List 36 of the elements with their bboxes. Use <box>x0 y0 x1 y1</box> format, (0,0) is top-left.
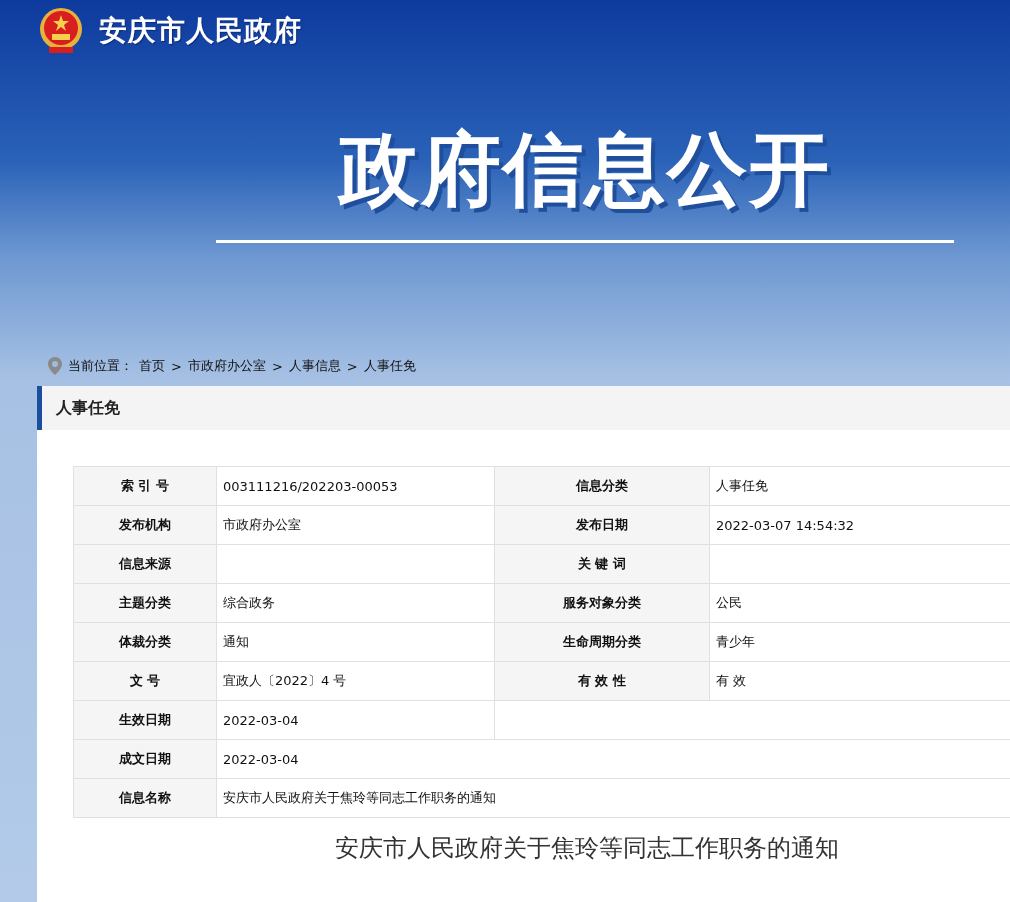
field-label: 文 号 <box>73 661 217 701</box>
breadcrumb-link[interactable]: 人事任免 <box>363 357 416 375</box>
breadcrumb-link[interactable]: 市政府办公室 <box>187 357 266 375</box>
field-label: 生效日期 <box>73 700 217 740</box>
field-label: 有 效 性 <box>494 661 710 701</box>
field-value: 003111216/202203-00053 <box>216 466 495 506</box>
field-label: 体裁分类 <box>73 622 217 662</box>
location-pin-icon <box>48 357 62 375</box>
breadcrumb-separator: > <box>346 358 358 374</box>
field-label: 发布日期 <box>494 505 710 545</box>
field-label: 成文日期 <box>73 739 217 779</box>
field-label: 关 键 词 <box>494 544 710 584</box>
field-value: 宜政人〔2022〕4 号 <box>216 661 495 701</box>
field-value: 2022-03-04 <box>216 700 495 740</box>
site-title: 安庆市人民政府 <box>99 13 302 49</box>
section-title: 人事任免 <box>56 397 120 419</box>
field-label: 信息名称 <box>73 778 217 818</box>
field-label: 信息来源 <box>73 544 217 584</box>
field-label: 索 引 号 <box>73 466 217 506</box>
banner-title: 政府信息公开 <box>339 122 831 218</box>
field-value: 通知 <box>216 622 495 662</box>
field-label: 发布机构 <box>73 505 217 545</box>
breadcrumb-link[interactable]: 首页 <box>139 357 165 375</box>
field-label: 信息分类 <box>494 466 710 506</box>
article-title: 安庆市人民政府关于焦玲等同志工作职务的通知 <box>334 833 840 864</box>
field-value: 人事任免 <box>709 466 1010 506</box>
field-label: 服务对象分类 <box>494 583 710 623</box>
breadcrumb-separator: > <box>171 358 182 374</box>
field-label: 生命周期分类 <box>494 622 710 662</box>
field-value: 综合政务 <box>216 583 495 623</box>
emblem-icon <box>37 7 85 55</box>
field-value: 市政府办公室 <box>216 505 495 545</box>
breadcrumb-link[interactable]: 人事信息 <box>288 357 341 375</box>
field-label: 主题分类 <box>73 583 217 623</box>
breadcrumb-label: 当前位置： <box>68 357 133 375</box>
breadcrumb-separator: > <box>271 358 283 374</box>
